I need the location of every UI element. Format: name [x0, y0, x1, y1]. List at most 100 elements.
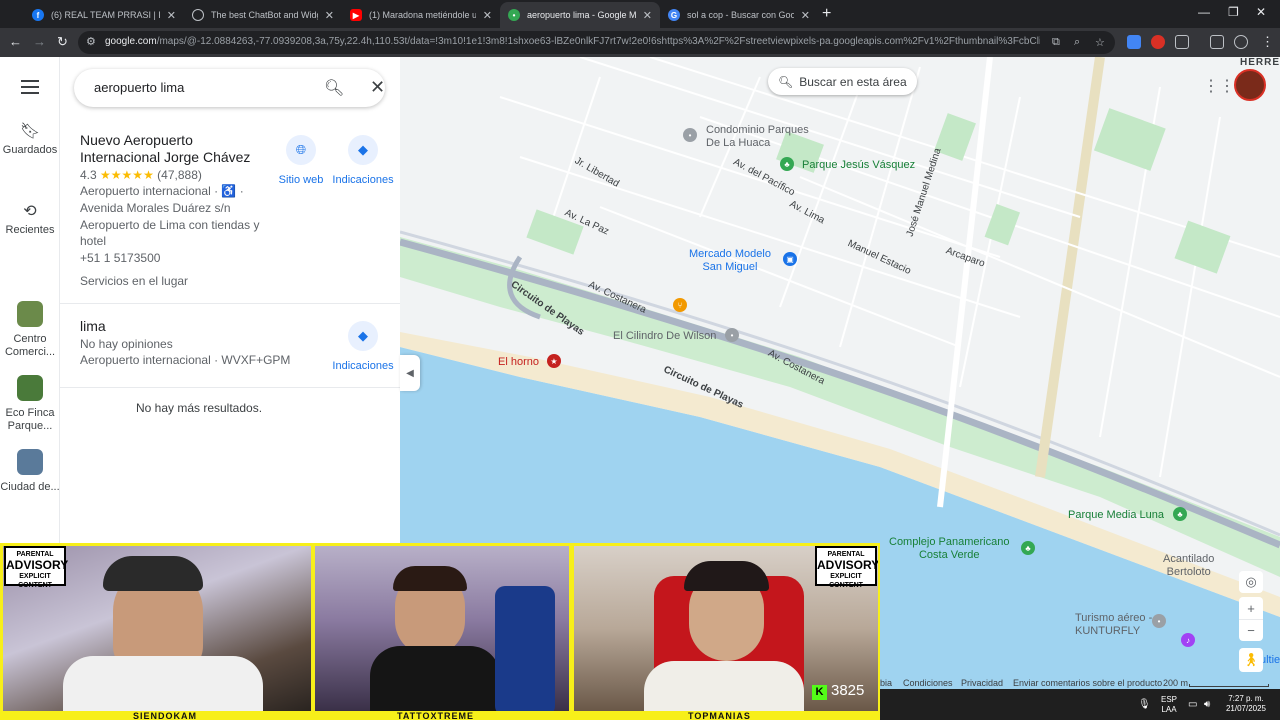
restaurant-pin-icon[interactable]: ⑂ — [673, 298, 687, 312]
browser-tab-strip: f (6) REAL TEAM PRRASI | Facebo ✕ The be… — [0, 0, 1280, 28]
recent-place-label: Centro Comerci... — [4, 333, 56, 358]
website-button[interactable]: 🌐︎ Sitio web — [278, 135, 324, 186]
directions-button[interactable]: ◆ Indicaciones — [331, 321, 395, 372]
extension-red-icon[interactable] — [1151, 35, 1165, 49]
maximize-icon[interactable]: ❐ — [1228, 5, 1239, 19]
lang-line-1: ESP — [1160, 695, 1177, 704]
shopping-pin-icon[interactable]: ▣ — [783, 252, 797, 266]
place-pin-icon[interactable]: • — [683, 128, 697, 142]
zoom-icon[interactable]: ⌕ — [1074, 36, 1080, 49]
turismo-line-2: KUNTURFLY — [1075, 625, 1141, 637]
zoom-in-icon[interactable]: + — [1239, 597, 1263, 619]
account-avatar[interactable] — [1234, 69, 1266, 101]
close-tab-icon[interactable]: ✕ — [167, 9, 176, 22]
search-this-area-button[interactable]: 🔍︎ Buscar en esta área — [768, 68, 917, 95]
collapse-panel-button[interactable]: ◀ — [400, 355, 420, 391]
attraction-pin-icon[interactable]: ★ — [547, 354, 561, 368]
windows-taskbar: ESP LAA 🎙︎ ▭ 🔊︎ 7:27 p. m. 21/07/2025 — [880, 689, 1280, 720]
media-icon[interactable] — [1210, 35, 1224, 49]
minimize-icon[interactable]: — — [1198, 5, 1210, 19]
back-icon[interactable]: ← — [9, 34, 22, 49]
result-card-2[interactable]: lima No hay opiniones Aeropuerto interna… — [60, 304, 400, 388]
browser-toolbar: ← → ↻ ⚙ google.com/maps/@-12.0884263,-77… — [0, 28, 1280, 57]
result-name[interactable]: Nuevo Aeropuerto Internacional Jorge Chá… — [80, 132, 265, 166]
extensions-puzzle-icon[interactable] — [1175, 35, 1189, 49]
place-pin-icon[interactable]: • — [725, 328, 739, 342]
map-scale-label[interactable]: 200 m — [1163, 678, 1188, 688]
map-label-acantilado: Acantilado Bertoloto — [1163, 553, 1214, 579]
forward-icon[interactable]: → — [33, 34, 46, 49]
place-pin-icon[interactable]: • — [1152, 614, 1166, 628]
result-extra: Servicios en el lugar — [80, 274, 189, 288]
tab-chatbot[interactable]: The best ChatBot and Widgets ✕ — [184, 2, 342, 28]
url-path: /maps/@-12.0884263,-77.0939208,3a,75y,22… — [156, 36, 1040, 47]
recent-place-1[interactable]: Centro Comerci... — [0, 301, 60, 359]
site-info-icon[interactable]: ⚙ — [86, 35, 96, 48]
network-icon[interactable]: ▭ — [1188, 699, 1197, 710]
address-bar[interactable]: ⚙ google.com/maps/@-12.0884263,-77.09392… — [78, 31, 1115, 54]
plus-icon[interactable]: + — [822, 5, 831, 23]
clock-date: 21/07/2025 — [1225, 704, 1267, 713]
viewer-counter: K 3825 — [812, 682, 864, 700]
directions-label: Indicaciones — [332, 360, 394, 372]
park-pin-icon[interactable]: ♣ — [780, 157, 794, 171]
streamer-shirt — [63, 656, 263, 711]
recent-place-2[interactable]: Eco Finca Parque... — [0, 375, 60, 433]
close-tab-icon[interactable]: ✕ — [643, 9, 652, 22]
advisory-top: PARENTAL — [16, 551, 54, 558]
zoom-out-icon[interactable]: − — [1239, 619, 1263, 641]
tab-facebook[interactable]: f (6) REAL TEAM PRRASI | Facebo ✕ — [24, 2, 184, 28]
clock[interactable]: 7:27 p. m. 21/07/2025 — [1218, 694, 1274, 714]
pegman-icon[interactable]: 🚶︎ — [1239, 648, 1263, 672]
webcam-tattoxtreme — [315, 546, 569, 711]
mercado-line-1: Mercado Modelo — [689, 248, 771, 260]
result-description-cont: hotel — [80, 234, 107, 248]
tab-title: sol a cop - Buscar con Google — [687, 10, 794, 20]
more-menu-icon[interactable]: ⋮ — [1261, 34, 1274, 50]
close-tab-icon[interactable]: ✕ — [801, 9, 810, 22]
screen: f (6) REAL TEAM PRRASI | Facebo ✕ The be… — [0, 0, 1280, 720]
saved-button[interactable]: 🔖︎ Guardados — [0, 124, 60, 157]
my-location-icon[interactable]: ◎ — [1239, 571, 1263, 593]
footer-feedback-link[interactable]: Enviar comentarios sobre el producto — [1013, 678, 1162, 688]
streamer-cap — [103, 556, 203, 591]
reload-icon[interactable]: ↻ — [57, 34, 68, 50]
footer-bia: bia — [880, 678, 893, 688]
recent-place-3[interactable]: Ciudad de... — [0, 449, 60, 494]
install-icon[interactable]: ⧉ — [1052, 36, 1060, 49]
tab-google-maps[interactable]: • aeropuerto lima - Google Maps ✕ — [500, 2, 660, 28]
translate-extension-icon[interactable] — [1127, 35, 1141, 49]
acantilado-line-1: Acantilado — [1163, 553, 1215, 565]
map-label-condominio: Condominio Parques De La Huaca — [706, 124, 809, 149]
webcam-siendokam: PARENTAL ADVISORY EXPLICIT CONTENT — [3, 546, 311, 711]
close-window-icon[interactable]: ✕ — [1256, 5, 1266, 19]
tab-title: The best ChatBot and Widgets — [211, 10, 318, 20]
map-label-cultie: ultie — [1260, 654, 1280, 666]
tab-youtube[interactable]: ▶ (1) Maradona metiéndole un g ✕ — [342, 2, 500, 28]
youtube-icon: ▶ — [350, 9, 362, 21]
mercado-line-2: San Miguel — [702, 261, 758, 273]
profile-icon[interactable] — [1234, 35, 1248, 49]
complejo-line-2: Costa Verde — [918, 549, 980, 561]
stream-webcam-overlay: PARENTAL ADVISORY EXPLICIT CONTENT PARENTA… — [0, 543, 880, 720]
recents-button[interactable]: ⟲ Recientes — [0, 204, 60, 237]
volume-icon[interactable]: 🔊︎ — [1204, 699, 1210, 710]
footer-conditions-link[interactable]: Condiciones — [903, 678, 953, 688]
result-card-1[interactable]: Nuevo Aeropuerto Internacional Jorge Chá… — [60, 57, 400, 303]
footer-privacy-link[interactable]: Privacidad — [961, 678, 1003, 688]
bookmark-star-icon[interactable]: ☆ — [1095, 36, 1105, 49]
entertainment-pin-icon[interactable]: ♪ — [1181, 633, 1195, 647]
menu-icon[interactable] — [21, 80, 39, 98]
close-tab-icon[interactable]: ✕ — [325, 9, 334, 22]
input-language[interactable]: ESP LAA — [1160, 695, 1178, 715]
url-text[interactable]: google.com/maps/@-12.0884263,-77.0939208… — [105, 36, 1040, 47]
recents-label: Recientes — [5, 224, 55, 236]
tab-title: (6) REAL TEAM PRRASI | Facebo — [51, 10, 160, 20]
park-pin-icon[interactable]: ♣ — [1173, 507, 1187, 521]
park-pin-icon[interactable]: ♣ — [1021, 541, 1035, 555]
result-name[interactable]: lima — [80, 318, 106, 335]
tab-google-search[interactable]: G sol a cop - Buscar con Google ✕ — [660, 2, 818, 28]
microphone-icon[interactable]: 🎙︎ — [1138, 699, 1151, 710]
close-tab-icon[interactable]: ✕ — [483, 9, 492, 22]
directions-button[interactable]: ◆ Indicaciones — [331, 135, 395, 186]
